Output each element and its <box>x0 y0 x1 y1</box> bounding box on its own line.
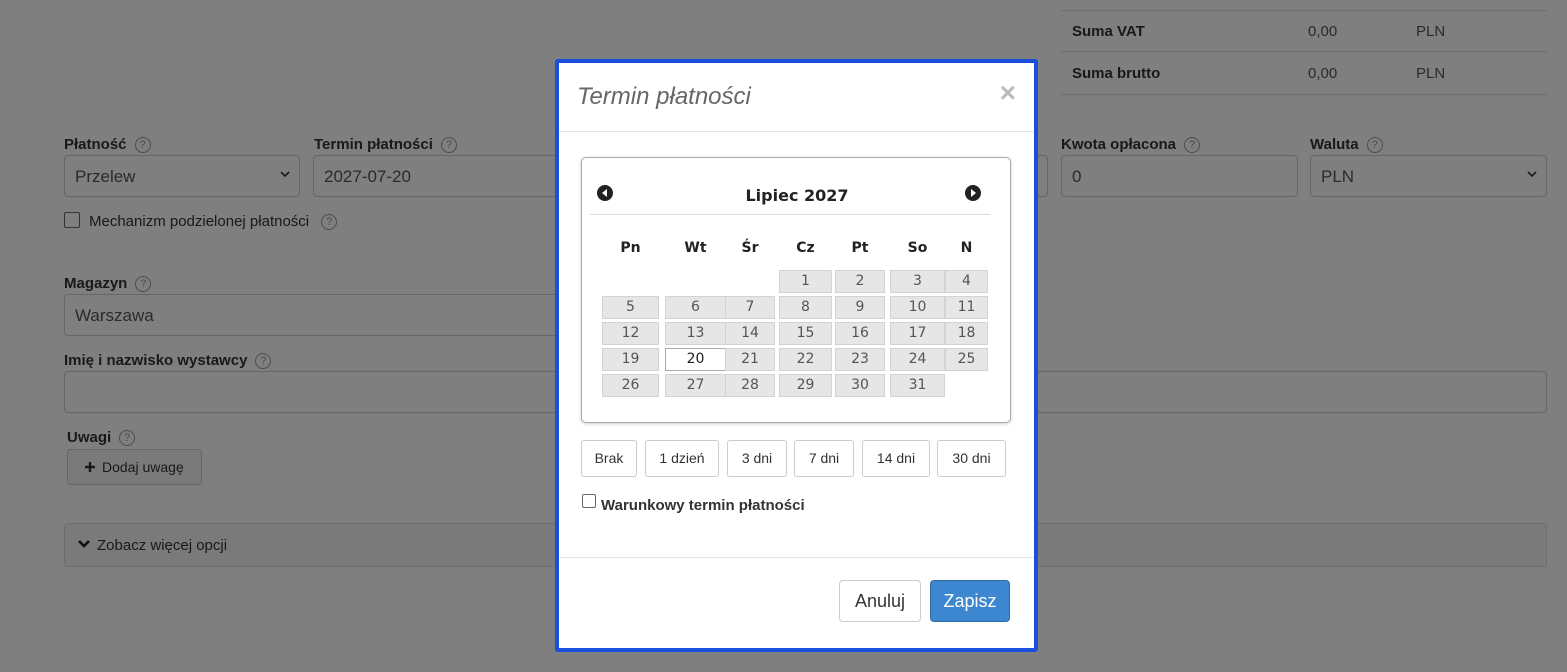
calendar-day[interactable]: 26 <box>602 374 659 397</box>
quick-term-button[interactable]: 1 dzień <box>645 440 719 477</box>
calendar-day[interactable]: 12 <box>602 322 659 345</box>
calendar-day[interactable]: 13 <box>665 322 726 345</box>
calendar: Lipiec 2027 Pn Wt Śr Cz Pt So N 1 2 3 4 5 6 7 8 9 10 11 1… <box>581 157 1011 423</box>
calendar-month-title: Lipiec 2027 <box>745 186 849 205</box>
calendar-day[interactable]: 8 <box>779 296 832 319</box>
weekday-header: Pn <box>620 240 641 256</box>
quick-term-button[interactable]: 14 dni <box>862 440 930 477</box>
calendar-day[interactable]: 1 <box>779 270 832 293</box>
calendar-day[interactable]: 11 <box>945 296 988 319</box>
quick-term-button[interactable]: 7 dni <box>794 440 854 477</box>
calendar-day[interactable]: 6 <box>665 296 726 319</box>
conditional-due-label: Warunkowy termin płatności <box>601 497 805 514</box>
calendar-day[interactable]: 25 <box>945 348 988 371</box>
calendar-day[interactable]: 29 <box>779 374 832 397</box>
calendar-day[interactable]: 27 <box>665 374 726 397</box>
calendar-day-selected[interactable]: 20 <box>665 348 726 371</box>
conditional-due-checkbox[interactable] <box>582 494 596 508</box>
weekday-header: Cz <box>796 240 815 256</box>
weekday-header: Wt <box>684 240 707 256</box>
calendar-day[interactable]: 24 <box>890 348 945 371</box>
calendar-day[interactable]: 30 <box>835 374 885 397</box>
modal-title: Termin płatności <box>577 83 751 110</box>
weekday-header: N <box>960 240 973 256</box>
calendar-day[interactable]: 15 <box>779 322 832 345</box>
calendar-day[interactable]: 31 <box>890 374 945 397</box>
modal-header-divider <box>559 131 1034 132</box>
calendar-day[interactable]: 7 <box>725 296 775 319</box>
weekday-header: Śr <box>741 240 759 256</box>
modal-footer-divider <box>559 557 1034 558</box>
calendar-day[interactable]: 4 <box>945 270 988 293</box>
quick-term-button[interactable]: 3 dni <box>727 440 787 477</box>
calendar-day[interactable]: 16 <box>835 322 885 345</box>
close-icon[interactable]: × <box>1000 79 1016 107</box>
quick-term-button[interactable]: Brak <box>581 440 637 477</box>
calendar-day[interactable]: 22 <box>779 348 832 371</box>
calendar-day[interactable]: 5 <box>602 296 659 319</box>
cancel-button[interactable]: Anuluj <box>839 580 921 622</box>
calendar-day[interactable]: 9 <box>835 296 885 319</box>
due-date-modal: Termin płatności × Lipiec 2027 Pn Wt Śr Cz P… <box>555 59 1038 652</box>
calendar-header-divider <box>590 214 990 215</box>
save-button[interactable]: Zapisz <box>930 580 1010 622</box>
weekday-header: So <box>907 240 928 256</box>
calendar-day[interactable]: 10 <box>890 296 945 319</box>
calendar-day[interactable]: 28 <box>725 374 775 397</box>
calendar-day[interactable]: 18 <box>945 322 988 345</box>
calendar-day[interactable]: 3 <box>890 270 945 293</box>
calendar-day[interactable]: 19 <box>602 348 659 371</box>
quick-term-button[interactable]: 30 dni <box>937 440 1006 477</box>
next-month-button[interactable] <box>965 185 981 201</box>
calendar-day[interactable]: 14 <box>725 322 775 345</box>
calendar-day[interactable]: 23 <box>835 348 885 371</box>
calendar-day[interactable]: 21 <box>725 348 775 371</box>
arrow-right-icon <box>971 189 976 197</box>
calendar-day[interactable]: 17 <box>890 322 945 345</box>
calendar-day[interactable]: 2 <box>835 270 885 293</box>
weekday-header: Pt <box>851 240 869 256</box>
